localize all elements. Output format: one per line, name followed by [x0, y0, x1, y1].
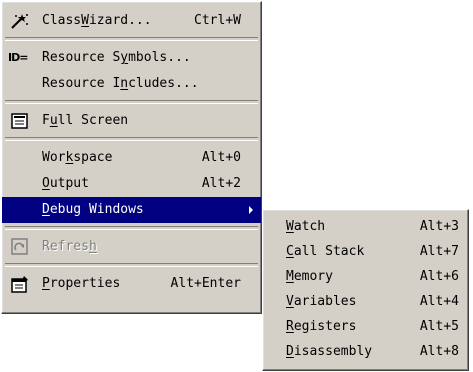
menu-item-output[interactable]: Output Alt+2	[2, 171, 261, 197]
menu-item-label: Watch	[286, 219, 326, 234]
submenu-item-memory[interactable]: Memory Alt+6	[263, 264, 468, 289]
shortcut-label: Alt+2	[201, 176, 241, 191]
menu-item-label: Resource Includes...	[42, 76, 199, 91]
menu-separator	[5, 37, 258, 41]
menu-item-full-screen[interactable]: Full Screen	[2, 108, 261, 134]
class-wizard-icon	[11, 14, 28, 29]
view-menu: ClassWizard... Ctrl+W ID= Resource Symbo…	[1, 1, 262, 314]
menu-item-label: Resource Symbols...	[42, 50, 191, 65]
menu-separator	[5, 226, 258, 230]
shortcut-label: Ctrl+W	[194, 13, 241, 28]
menu-separator	[5, 100, 258, 104]
submenu-item-variables[interactable]: Variables Alt+4	[263, 289, 468, 314]
shortcut-label: Alt+4	[419, 294, 459, 309]
menu-item-resource-includes[interactable]: Resource Includes...	[2, 71, 261, 97]
menu-item-label: Variables	[286, 294, 357, 309]
menu-item-refresh: Refresh	[2, 234, 261, 260]
shortcut-label: Alt+7	[419, 244, 459, 259]
menu-item-label: Registers	[286, 319, 357, 334]
menu-separator	[5, 137, 258, 141]
shortcut-label: Alt+0	[201, 150, 241, 165]
shortcut-label: Alt+8	[419, 344, 459, 359]
shortcut-label: Alt+6	[419, 269, 459, 284]
menu-item-properties[interactable]: Properties Alt+Enter	[2, 271, 261, 297]
menu-item-label: Output	[42, 176, 89, 191]
submenu-item-registers[interactable]: Registers Alt+5	[263, 314, 468, 339]
submenu-item-watch[interactable]: Watch Alt+3	[263, 214, 468, 239]
shortcut-label: Alt+3	[419, 219, 459, 234]
resource-symbols-icon: ID=	[8, 51, 28, 64]
menu-item-label: Disassembly	[286, 344, 373, 359]
menu-item-label: ClassWizard...	[42, 13, 152, 28]
menu-item-label: Full Screen	[42, 113, 129, 128]
submenu-item-disassembly[interactable]: Disassembly Alt+8	[263, 339, 468, 364]
menu-item-workspace[interactable]: Workspace Alt+0	[2, 145, 261, 171]
properties-icon	[11, 276, 28, 293]
shortcut-label: Alt+5	[419, 319, 459, 334]
submenu-arrow-icon	[249, 206, 253, 214]
menu-item-label: Properties	[42, 276, 121, 291]
menu-item-label: Memory	[286, 269, 333, 284]
menu-separator	[5, 263, 258, 267]
menu-item-class-wizard[interactable]: ClassWizard... Ctrl+W	[2, 8, 261, 34]
full-screen-icon	[11, 113, 28, 129]
menu-item-label: Debug Windows	[42, 202, 144, 217]
menu-item-label: Refresh	[42, 239, 97, 254]
submenu-item-call-stack[interactable]: Call Stack Alt+7	[263, 239, 468, 264]
menu-item-resource-symbols[interactable]: ID= Resource Symbols...	[2, 45, 261, 71]
menu-item-label: Call Stack	[286, 244, 365, 259]
refresh-icon	[11, 238, 28, 255]
debug-windows-submenu: Watch Alt+3 Call Stack Alt+7 Memory Alt+…	[262, 209, 469, 371]
menu-item-label: Workspace	[42, 150, 113, 165]
menu-item-debug-windows[interactable]: Debug Windows	[2, 197, 261, 223]
shortcut-label: Alt+Enter	[170, 276, 241, 291]
